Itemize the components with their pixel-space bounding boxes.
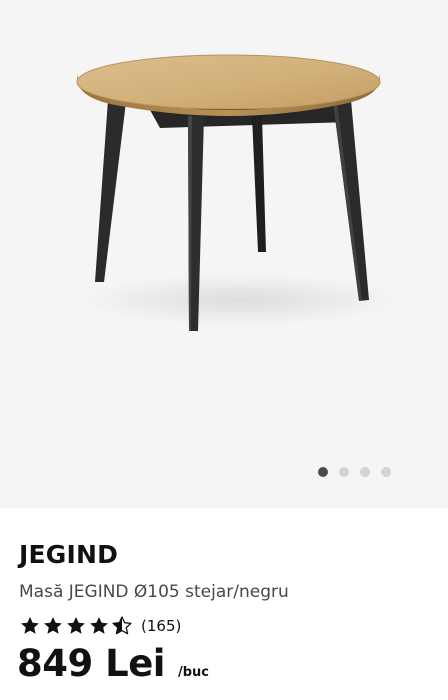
gallery-pagination [318, 467, 391, 477]
product-brand[interactable]: JEGIND [19, 540, 118, 569]
product-description: Masă JEGIND Ø105 stejar/negru [19, 582, 289, 602]
review-count[interactable]: (165) [141, 617, 181, 635]
product-info: JEGIND Masă JEGIND Ø105 stejar/negru (16… [0, 508, 448, 700]
star-icon [21, 617, 39, 634]
price-unit: /buc [177, 665, 209, 680]
product-image-gallery[interactable] [0, 0, 448, 508]
gallery-dot-1[interactable] [318, 467, 328, 477]
gallery-dot-2[interactable] [339, 467, 349, 477]
price-row: 849 Lei /buc [17, 642, 209, 685]
star-icon [90, 617, 108, 634]
star-icon [44, 617, 62, 634]
product-rating[interactable]: (165) [19, 615, 181, 637]
gallery-dot-4[interactable] [381, 467, 391, 477]
half-star-icon [112, 616, 132, 635]
rating-stars [19, 615, 133, 637]
star-icon [67, 617, 85, 634]
gallery-dot-3[interactable] [360, 467, 370, 477]
product-price: 849 Lei [17, 642, 165, 685]
product-page: JEGIND Masă JEGIND Ø105 stejar/negru (16… [0, 0, 448, 700]
product-image[interactable] [0, 0, 448, 508]
